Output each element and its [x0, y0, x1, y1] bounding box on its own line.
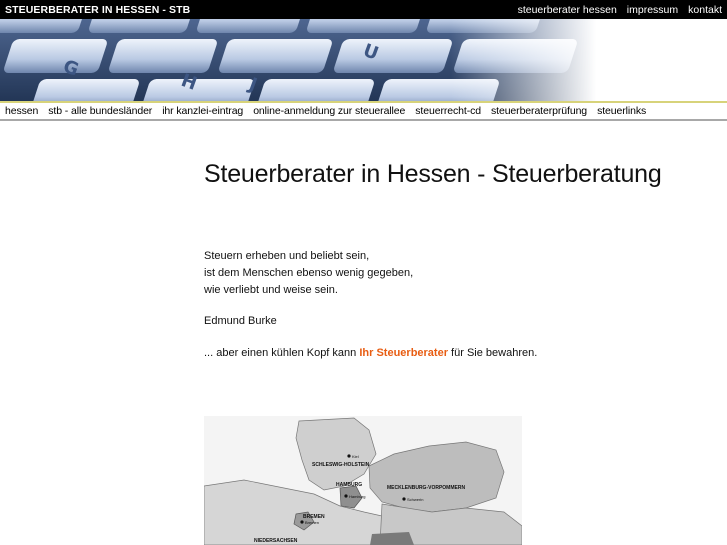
map-label-niedersachsen: NIEDERSACHSEN [254, 538, 298, 544]
quote-line: ist dem Menschen ebenso wenig gegeben, [204, 267, 414, 279]
tagline-text-after: für Sie bewahren. [448, 347, 538, 359]
ihr-steuerberater-link[interactable]: Ihr Steuerberater [359, 347, 448, 359]
quote-line: wie verliebt und weise sein. [204, 284, 338, 296]
top-bar: STEUERBERATER IN HESSEN - STB steuerbera… [0, 0, 727, 19]
map-city-bremen: Bremen [305, 520, 319, 525]
map-label-mecklenburg-vorpommern: MECKLENBURG-VORPOMMERN [387, 485, 465, 491]
map-label-hamburg: HAMBURG [336, 482, 362, 488]
nav-item-steuerberaterpruefung[interactable]: steuerberaterprüfung [486, 105, 592, 117]
site-title: STEUERBERATER IN HESSEN - STB [5, 3, 191, 16]
nav-item-hessen[interactable]: hessen [0, 105, 43, 117]
main-nav: hessen stb - alle bundesländer ihr kanzl… [0, 101, 727, 121]
nav-item-steuerrecht-cd[interactable]: steuerrecht-cd [410, 105, 486, 117]
tagline-text-before: ... aber einen kühlen Kopf kann [204, 347, 360, 359]
map-city-kiel: Kiel [352, 454, 359, 459]
quote: Steuern erheben und beliebt sein, ist de… [204, 248, 704, 299]
quote-author: Edmund Burke [204, 315, 277, 327]
top-link-kontakt[interactable]: kontakt [688, 4, 722, 16]
map-label-schleswig-holstein: SCHLESWIG-HOLSTEIN [312, 462, 370, 468]
germany-map-image[interactable]: SCHLESWIG-HOLSTEIN HAMBURG MECKLENBURG-V… [204, 416, 522, 545]
tagline: ... aber einen kühlen Kopf kann Ihr Steu… [204, 347, 537, 359]
page-title: Steuerberater in Hessen - Steuerberatung [204, 160, 662, 188]
nav-item-steuerlinks[interactable]: steuerlinks [592, 105, 651, 117]
nav-item-kanzlei-eintrag[interactable]: ihr kanzlei-eintrag [157, 105, 248, 117]
quote-line: Steuern erheben und beliebt sein, [204, 250, 370, 262]
nav-item-online-anmeldung[interactable]: online-anmeldung zur steuerallee [248, 105, 410, 117]
top-link-steuerberater-hessen[interactable]: steuerberater hessen [518, 4, 617, 16]
main-content: Steuerberater in Hessen - Steuerberatung… [204, 160, 714, 359]
nav-item-alle-bundeslaender[interactable]: stb - alle bundesländer [43, 105, 157, 117]
top-links: steuerberater hessen impressum kontakt [518, 4, 727, 16]
map-city-schwerin: Schwerin [407, 497, 423, 502]
top-link-impressum[interactable]: impressum [627, 4, 678, 16]
map-city-hamburg: Hamburg [349, 494, 365, 499]
keyboard-banner-image: G H J U [0, 19, 727, 101]
